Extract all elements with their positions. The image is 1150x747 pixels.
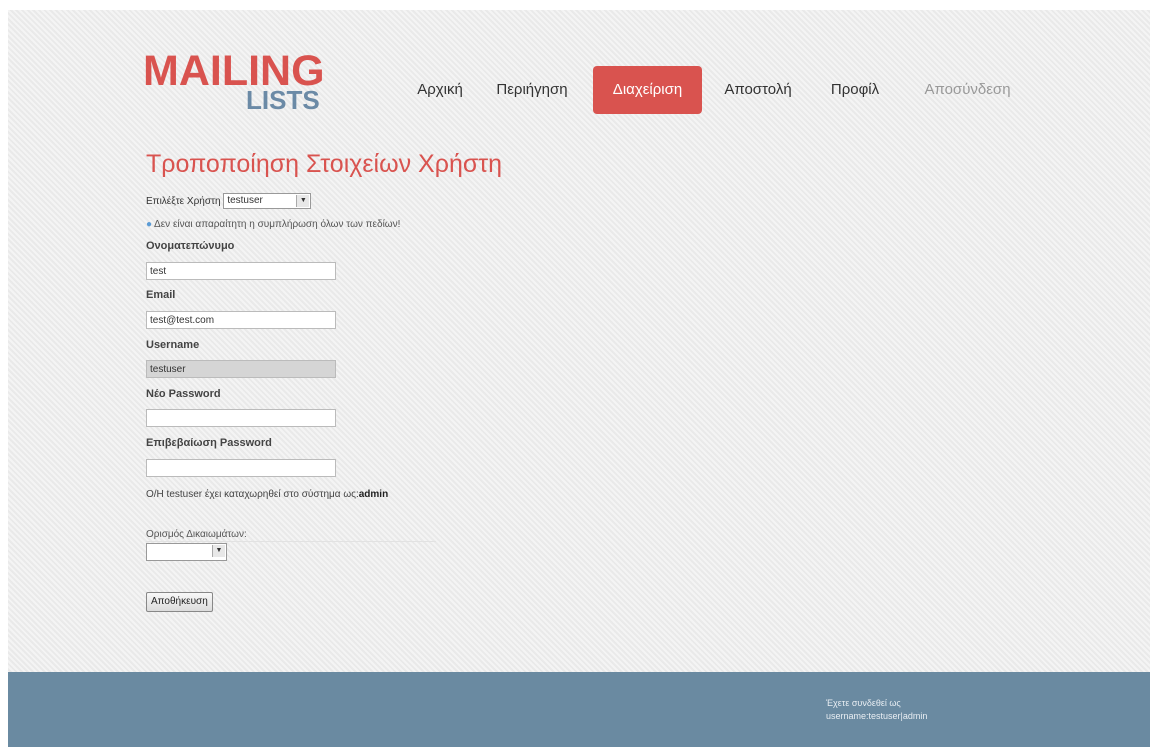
nav-admin[interactable]: Διαχείριση — [593, 66, 702, 114]
footer-login-status: Έχετε συνδεθεί ως username:testuser|admi… — [826, 697, 1046, 723]
note-text: Δεν είναι απαραίτητη η συμπλήρωση όλων τ… — [154, 219, 401, 230]
nav-logout[interactable]: Αποσύνδεση — [905, 66, 1030, 114]
logo[interactable]: MAILING LISTS — [143, 50, 325, 115]
registration-info: Ο/Η testuser έχει καταχωρηθεί στο σύστημ… — [146, 489, 388, 500]
user-select-row: Επιλέξτε Χρήστη testuser ▼ — [146, 193, 312, 209]
email-input[interactable]: test@test.com — [146, 311, 336, 329]
logo-lists: LISTS — [246, 85, 320, 115]
user-select[interactable]: testuser ▼ — [223, 193, 312, 209]
save-button[interactable]: Αποθήκευση — [146, 592, 213, 612]
nav-send[interactable]: Αποστολή — [713, 66, 803, 114]
nav-profile[interactable]: Προφίλ — [825, 66, 885, 114]
username-label: Username — [146, 339, 200, 351]
fullname-label: Ονοματεπώνυμο — [146, 240, 235, 252]
rights-label: Ορισμός Δικαιωμάτων: — [146, 529, 247, 540]
confirm-password-label: Επιβεβαίωση Password — [146, 437, 272, 449]
new-password-input[interactable] — [146, 409, 336, 427]
registration-role: admin — [358, 489, 389, 500]
user-select-value: testuser — [227, 195, 263, 206]
user-select-label: Επιλέξτε Χρήστη — [146, 195, 221, 207]
confirm-password-input[interactable] — [146, 459, 336, 477]
nav-home[interactable]: Αρχική — [410, 66, 470, 114]
registration-info-text: Ο/Η testuser έχει καταχωρηθεί στο σύστημ… — [146, 489, 359, 500]
username-input: testuser — [146, 360, 336, 378]
fullname-input[interactable]: test — [146, 262, 336, 280]
email-label: Email — [146, 289, 176, 301]
rights-select[interactable]: ▼ — [146, 543, 227, 561]
optional-fields-note: ● Δεν είναι απαραίτητη η συμπλήρωση όλων … — [146, 219, 400, 230]
page-title: Τροποποίηση Στοιχείων Χρήστη — [146, 150, 503, 178]
footer: Έχετε συνδεθεί ως username:testuser|admi… — [8, 672, 1150, 747]
info-dot-icon: ● — [146, 219, 153, 230]
dropdown-arrow-icon[interactable]: ▼ — [296, 195, 310, 207]
footer-username: username:testuser|admin — [826, 711, 928, 721]
footer-login-label: Έχετε συνδεθεί ως — [826, 698, 901, 708]
dropdown-arrow-icon[interactable]: ▼ — [212, 545, 225, 557]
new-password-label: Νέο Password — [146, 388, 221, 400]
nav-browse[interactable]: Περιήγηση — [483, 66, 581, 114]
rights-divider — [146, 541, 436, 542]
